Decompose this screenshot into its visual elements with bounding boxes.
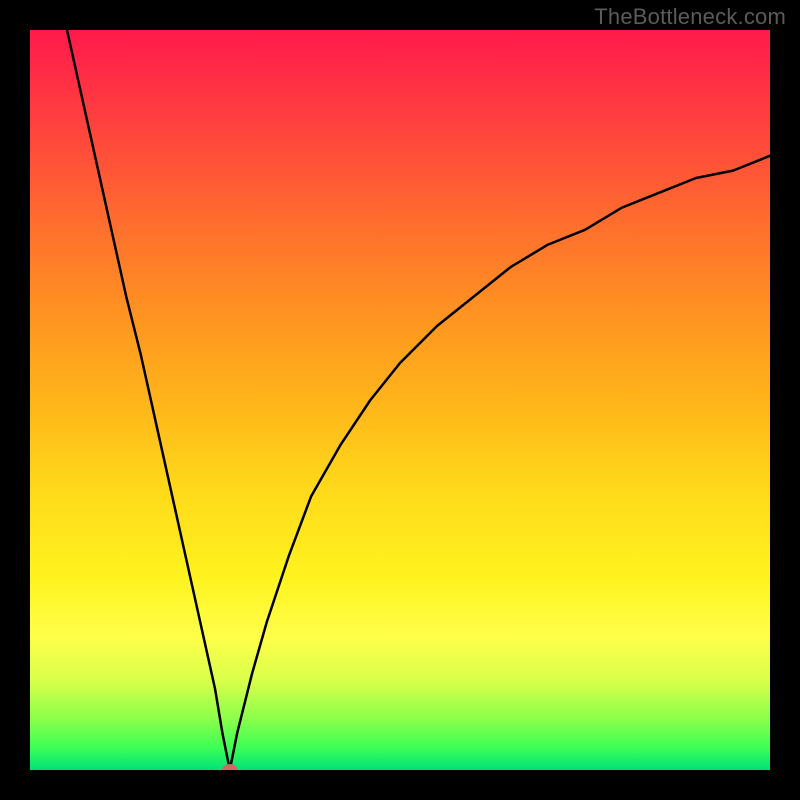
curve-bottleneck-left [67, 30, 230, 770]
curve-bottleneck-right [230, 156, 770, 770]
chart-frame: TheBottleneck.com [0, 0, 800, 800]
bottleneck-gradient-plot [30, 30, 770, 770]
bottleneck-curve [30, 30, 770, 770]
watermark-text: TheBottleneck.com [594, 4, 786, 30]
optimum-marker [222, 764, 238, 770]
